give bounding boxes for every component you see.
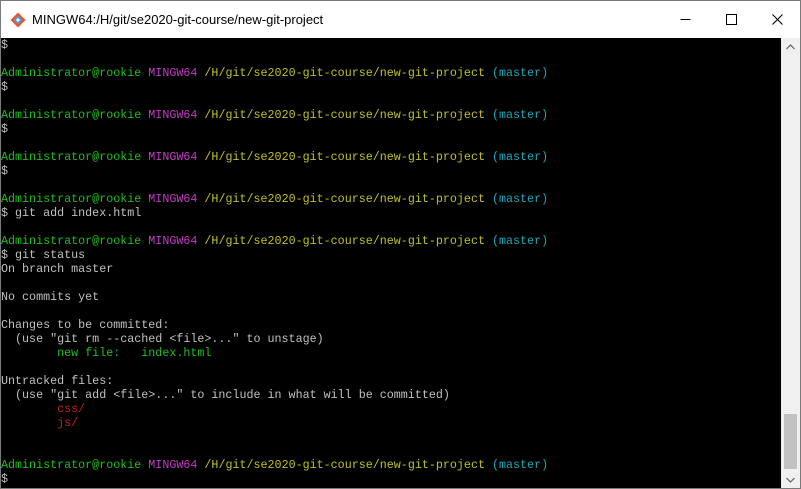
- command-line-text: $ git status: [1, 248, 86, 262]
- output-line-text: On branch master: [1, 262, 114, 276]
- prompt-line: Administrator@rookie MINGW64 /H/git/se20…: [1, 108, 781, 122]
- command-line: $: [1, 472, 781, 486]
- vertical-scrollbar[interactable]: [781, 38, 800, 488]
- output-line: Changes to be committed:: [1, 318, 781, 332]
- command-line: $ git add index.html: [1, 206, 781, 220]
- prompt-path: /H/git/se2020-git-course/new-git-project: [204, 150, 485, 164]
- minimize-icon: [680, 19, 690, 20]
- prompt-user: Administrator@rookie: [1, 66, 142, 80]
- output-line-text: No commits yet: [1, 290, 100, 304]
- window-title: MINGW64:/H/git/se2020-git-course/new-git…: [32, 12, 324, 27]
- command-line-text: $: [1, 164, 9, 178]
- prompt-branch: (master): [491, 66, 549, 80]
- prompt-line: Administrator@rookie MINGW64 /H/git/se20…: [1, 66, 781, 80]
- prompt-msystem: MINGW64: [148, 150, 198, 164]
- prompt-msystem: MINGW64: [148, 66, 198, 80]
- prompt-branch: (master): [491, 234, 549, 248]
- command-line: $: [1, 122, 781, 136]
- prompt-path: /H/git/se2020-git-course/new-git-project: [204, 234, 485, 248]
- output-line-text: (use "git rm --cached <file>..." to unst…: [1, 332, 324, 346]
- scroll-up-button[interactable]: [781, 38, 800, 55]
- output-line: (use "git add <file>..." to include in w…: [1, 388, 781, 402]
- command-line: $ git status: [1, 248, 781, 262]
- prompt-msystem: MINGW64: [148, 234, 198, 248]
- output-line: Untracked files:: [1, 374, 781, 388]
- prompt-msystem: MINGW64: [148, 192, 198, 206]
- prompt-path: /H/git/se2020-git-course/new-git-project: [204, 66, 485, 80]
- command-line-text: $ git add index.html: [1, 206, 142, 220]
- output-line-text: Untracked files:: [1, 374, 114, 388]
- prompt-line: Administrator@rookie MINGW64 /H/git/se20…: [1, 458, 781, 472]
- scroll-down-arrow-icon: [786, 477, 795, 483]
- close-button[interactable]: [754, 1, 800, 38]
- scroll-thumb[interactable]: [784, 414, 797, 469]
- title-bar[interactable]: MINGW64:/H/git/se2020-git-course/new-git…: [1, 1, 800, 38]
- prompt-branch: (master): [491, 458, 549, 472]
- prompt-path: /H/git/se2020-git-course/new-git-project: [204, 192, 485, 206]
- prompt-line: Administrator@rookie MINGW64 /H/git/se20…: [1, 234, 781, 248]
- output-line: (use "git rm --cached <file>..." to unst…: [1, 332, 781, 346]
- command-line-text: $: [1, 80, 9, 94]
- untracked-file-line: js/: [1, 416, 781, 430]
- prompt-path: /H/git/se2020-git-course/new-git-project: [204, 108, 485, 122]
- terminal-window: MINGW64:/H/git/se2020-git-course/new-git…: [0, 0, 801, 489]
- maximize-icon: [725, 14, 737, 25]
- command-line: $: [1, 80, 781, 94]
- command-line-text: $: [1, 472, 9, 486]
- command-line-text: $: [1, 38, 9, 52]
- scroll-up-arrow-icon: [786, 43, 795, 49]
- output-line: No commits yet: [1, 290, 781, 304]
- prompt-path: /H/git/se2020-git-course/new-git-project: [204, 458, 485, 472]
- prompt-user: Administrator@rookie: [1, 192, 142, 206]
- prompt-user: Administrator@rookie: [1, 108, 142, 122]
- terminal-lines: $ Administrator@rookie MINGW64 /H/git/se2…: [1, 38, 781, 486]
- minimize-button[interactable]: [662, 1, 708, 38]
- prompt-msystem: MINGW64: [148, 108, 198, 122]
- untracked-file-line: css/: [1, 402, 781, 416]
- git-bash-icon: [10, 12, 26, 27]
- command-line: $: [1, 164, 781, 178]
- prompt-branch: (master): [491, 108, 549, 122]
- untracked-file-line-text: css/: [1, 402, 86, 416]
- prompt-branch: (master): [491, 150, 549, 164]
- window-controls: [662, 1, 800, 38]
- prompt-user: Administrator@rookie: [1, 458, 142, 472]
- close-icon: [771, 14, 783, 25]
- staged-file-line-text: new file: index.html: [1, 346, 212, 360]
- staged-file-line: new file: index.html: [1, 346, 781, 360]
- output-line-text: (use "git add <file>..." to include in w…: [1, 388, 450, 402]
- terminal-output[interactable]: $ Administrator@rookie MINGW64 /H/git/se2…: [1, 38, 781, 488]
- scroll-down-button[interactable]: [781, 471, 800, 488]
- untracked-file-line-text: js/: [1, 416, 79, 430]
- output-line: On branch master: [1, 262, 781, 276]
- prompt-branch: (master): [491, 192, 549, 206]
- command-line: $: [1, 38, 781, 52]
- prompt-user: Administrator@rookie: [1, 234, 142, 248]
- output-line-text: Changes to be committed:: [1, 318, 170, 332]
- command-line-text: $: [1, 122, 9, 136]
- prompt-line: Administrator@rookie MINGW64 /H/git/se20…: [1, 150, 781, 164]
- maximize-button[interactable]: [708, 1, 754, 38]
- prompt-line: Administrator@rookie MINGW64 /H/git/se20…: [1, 192, 781, 206]
- prompt-user: Administrator@rookie: [1, 150, 142, 164]
- prompt-msystem: MINGW64: [148, 458, 198, 472]
